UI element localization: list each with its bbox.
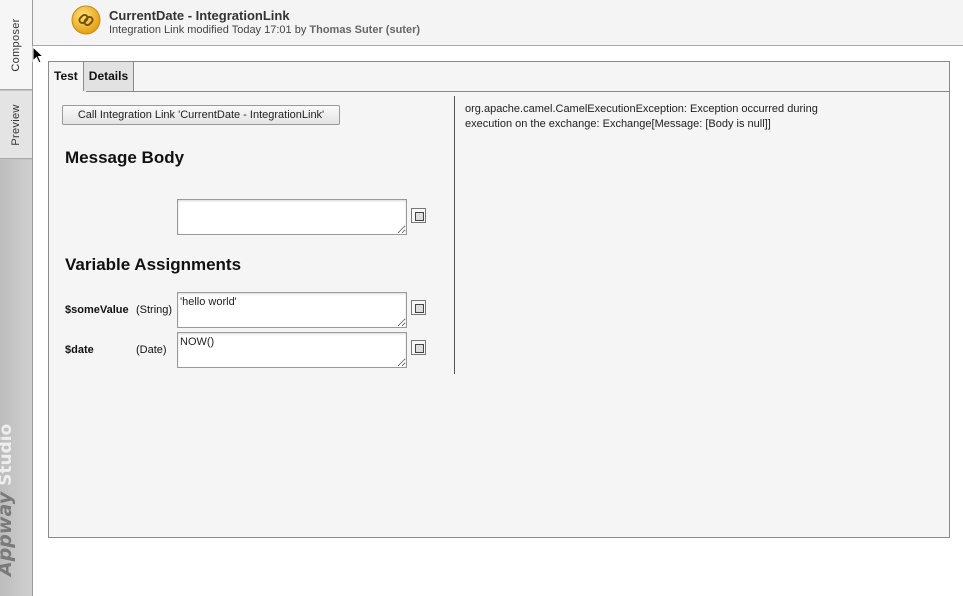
sidebar-tab-composer[interactable]: Composer [0,0,32,90]
mouse-cursor-icon [32,46,44,64]
somevalue-input[interactable]: 'hello world' [177,292,407,328]
tab-test[interactable]: Test [49,62,84,91]
message-body-input[interactable] [177,199,407,235]
left-sidebar: Composer Preview Appway Studio [0,0,33,596]
expression-editor-icon[interactable] [411,208,426,223]
modified-text: Integration Link modified Today 17:01 by [109,24,307,36]
expression-editor-icon[interactable] [411,340,426,355]
sidebar-tab-composer-label: Composer [10,17,22,72]
date-input[interactable]: NOW() [177,332,407,368]
variable-assignments-heading: Variable Assignments [65,255,242,274]
variable-name-somevalue: $someValue [65,304,129,316]
call-integration-link-button[interactable]: Call Integration Link 'CurrentDate - Int… [62,105,340,125]
main-panel: Test Details Call Integration Link 'Curr… [48,61,950,538]
brand-name: Appway [0,491,16,576]
variable-type-date: (Date) [136,344,167,356]
variable-type-somevalue: (String) [136,304,173,316]
tab-bar: Test Details [49,62,135,91]
variable-name-date: $date [65,344,94,356]
page-header: CurrentDate - IntegrationLink Integratio… [33,0,963,46]
message-body-heading: Message Body [65,148,185,167]
page-title: CurrentDate - IntegrationLink [109,8,290,23]
modified-user-link[interactable]: Thomas Suter (suter) [309,24,420,36]
brand-logo: Appway Studio [0,424,16,576]
tab-details[interactable]: Details [83,62,135,91]
test-result-output: org.apache.camel.CamelExecutionException… [465,103,818,130]
expression-editor-icon[interactable] [411,300,426,315]
brand-product: Studio [0,423,16,486]
link-icon [71,5,101,35]
modified-info: Integration Link modified Today 17:01 by… [109,24,420,36]
tab-underline [131,91,949,92]
column-divider [454,96,455,374]
sidebar-tab-preview-label: Preview [10,103,22,146]
sidebar-tab-preview[interactable]: Preview [0,91,32,159]
tab-underline-details [86,91,132,92]
